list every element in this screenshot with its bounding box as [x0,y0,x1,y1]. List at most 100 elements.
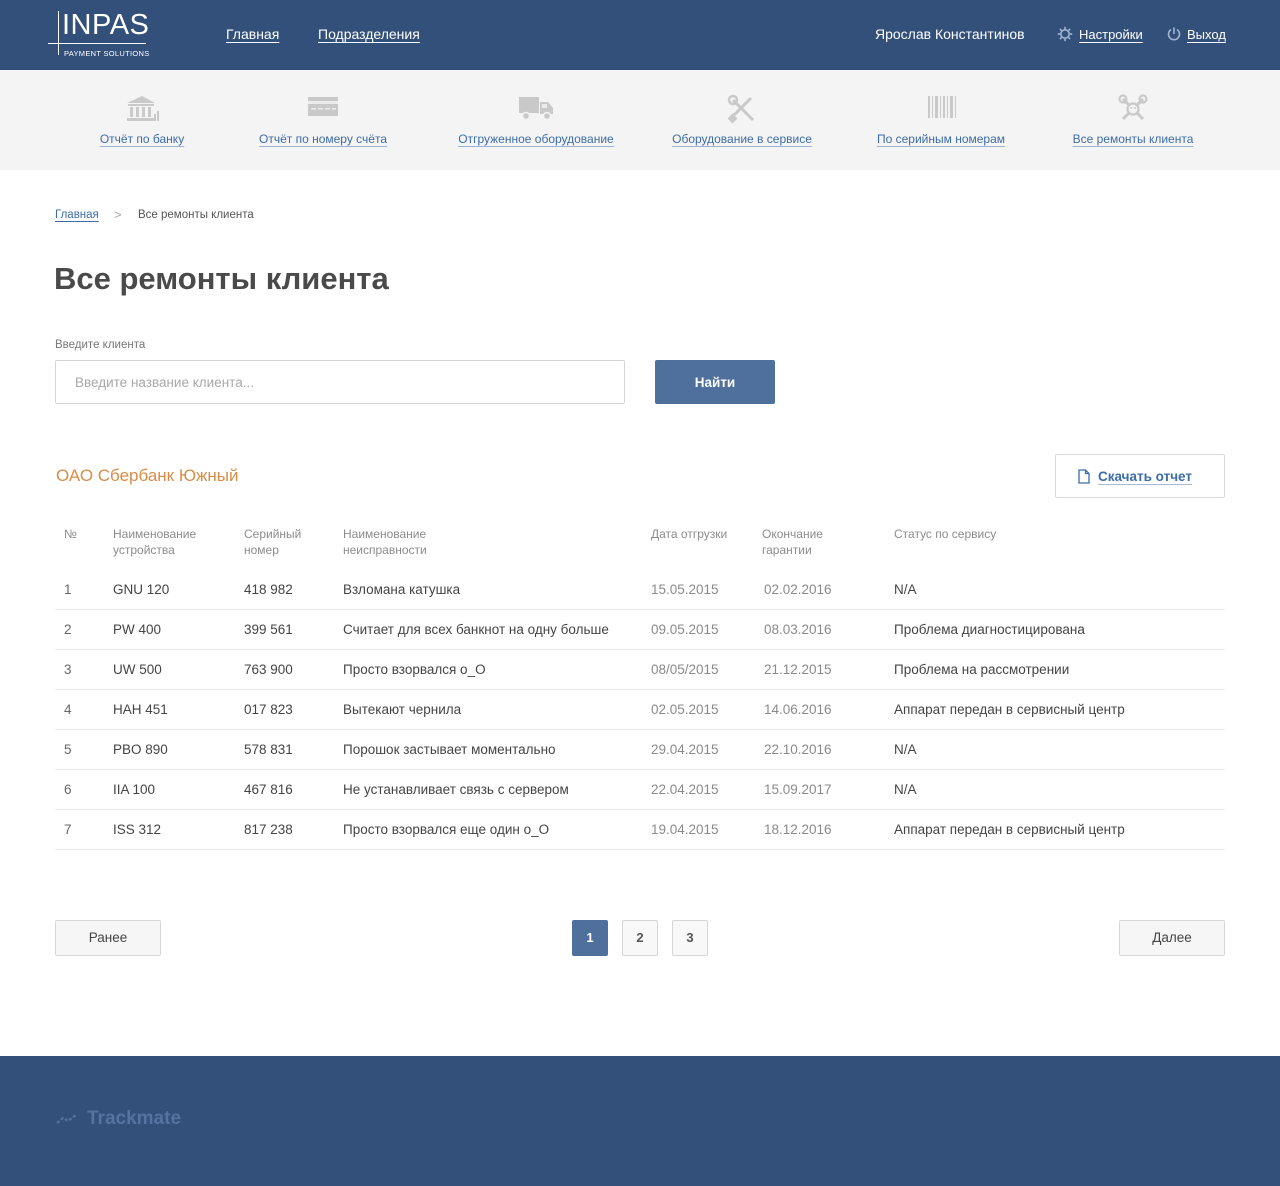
table-cell: 017 823 [244,702,293,717]
card-icon [308,97,338,116]
table-cell: N/A [894,742,917,757]
download-report-button[interactable]: Скачать отчет [1055,454,1225,498]
table-cell: 1 [64,582,72,597]
client-search-input[interactable] [55,360,625,404]
page-title: Все ремонты клиента [54,261,389,296]
table-cell: Проблема на рассмотрении [894,662,1070,677]
table-cell: PW 400 [113,622,162,637]
footer: Trackmate [0,1056,1280,1186]
nav-equipment-in-service-label: Оборудование в сервисе [672,132,812,146]
nav-account-report[interactable]: Отчёт по номеру счёта [256,70,390,170]
power-icon[interactable] [1166,26,1182,42]
nav-serial-numbers[interactable]: По серийным номерам [875,70,1007,170]
table-cell: 817 238 [244,822,293,837]
column-header: № [64,526,77,542]
table-cell: 5 [64,742,72,757]
report-navigation: Отчёт по банку Отчёт по номеру счёта Отг… [0,70,1280,170]
table-cell: 2 [64,622,72,637]
column-header: Серийный номер [244,526,301,558]
logout-link[interactable]: Выход [1187,27,1226,42]
column-header-line: гарантии [762,543,812,557]
nav-bank-report-label: Отчёт по банку [99,132,185,146]
column-header: Наименование устройства [113,526,196,558]
logo-vertical-line [58,11,59,55]
nav-account-report-label: Отчёт по номеру счёта [258,132,387,146]
table-cell: ISS 312 [113,822,162,837]
table-cell: 418 982 [244,582,293,597]
table-cell: N/A [894,782,917,797]
table-cell: 4 [64,702,72,717]
barcode-icon [928,96,956,118]
table-row[interactable]: 5 PBO 890 578 831 Порошок застывает момента… [55,730,1225,770]
table-cell: 02.02.2016 [764,582,832,597]
table-cell: Аппарат передан в сервисный центр [894,822,1125,837]
table-cell: HAH 451 [113,702,168,717]
nav-serial-numbers-label: По серийным номерам [876,132,1006,146]
column-header-line: Дата отгрузки [651,527,728,541]
table-cell: 399 561 [244,622,293,637]
table-cell: 21.12.2015 [764,662,832,677]
truck-icon [519,97,553,121]
prev-page-button[interactable]: Ранее [55,920,161,956]
logo-text: INPAS [62,9,150,41]
column-header-line: номер [244,543,279,557]
table-cell: 29.04.2015 [651,742,719,757]
table-cell: 02.05.2015 [651,702,719,717]
bank-icon [127,96,159,121]
nav-departments[interactable]: Подразделения [318,26,420,42]
nav-home[interactable]: Главная [226,26,279,42]
logo-horizontal-line [48,43,146,44]
table-row[interactable]: 2 PW 400 399 561 Считает для всех банкнот н… [55,610,1225,650]
table-row[interactable]: 7 ISS 312 817 238 Просто взорвался еще один… [55,810,1225,850]
table-cell: Проблема диагностицирована [894,622,1085,637]
footer-brand: Trackmate [87,1108,182,1129]
trackmate-logo-icon [56,1114,77,1124]
table-cell: 763 900 [244,662,293,677]
column-header-line: неисправности [343,543,427,557]
table-cell: 19.04.2015 [651,822,719,837]
nav-bank-report[interactable]: Отчёт по банку [92,70,192,170]
nav-equipment-in-service[interactable]: Оборудование в сервисе [670,70,814,170]
page-2-button[interactable]: 2 [622,920,658,956]
gear-icon[interactable] [1057,26,1073,42]
document-icon [1078,469,1090,484]
next-page-button[interactable]: Далее [1119,920,1225,956]
table-cell: 7 [64,822,72,837]
breadcrumb-current: Все ремонты клиента [138,209,254,221]
table-cell: Вытекают чернила [343,702,462,717]
inpas-logo[interactable]: INPAS PAYMENT SOLUTIONS [48,9,158,61]
column-header-line: Наименование [343,527,427,541]
client-name: ОАО Сбербанк Южный [56,466,239,485]
table-cell: UW 500 [113,662,162,677]
user-name: Ярослав Константинов [875,26,1025,42]
column-header: Дата отгрузки [651,526,727,542]
table-cell: GNU 120 [113,582,170,597]
table-row[interactable]: 1 GNU 120 418 982 Взломана катушка 15.05.201… [55,570,1225,610]
settings-link[interactable]: Настройки [1079,27,1143,42]
table-cell: 467 816 [244,782,293,797]
table-cell: 22.10.2016 [764,742,832,757]
table-cell: Не устанавливает связь с сервером [343,782,569,797]
breadcrumb-home[interactable]: Главная [55,209,99,221]
find-button[interactable]: Найти [655,360,775,404]
download-report-label: Скачать отчет [1098,469,1192,484]
table-cell: 18.12.2016 [764,822,832,837]
table-cell: Взломана катушка [343,582,461,597]
table-cell: N/A [894,582,917,597]
page-3-button[interactable]: 3 [672,920,708,956]
page-1-button[interactable]: 1 [572,920,608,956]
table-cell: Просто взорвался еще один о_О [343,822,550,837]
table-cell: Порошок застывает моментально [343,742,556,757]
table-cell: 3 [64,662,72,677]
table-row[interactable]: 4 HAH 451 017 823 Вытекают чернила 02.05.201… [55,690,1225,730]
column-header-line: Серийный [244,527,302,541]
table-row[interactable]: 6 IIA 100 467 816 Не устанавливает связь с … [55,770,1225,810]
table-cell: 15.05.2015 [651,582,719,597]
column-header-line: Окончание [762,527,823,541]
column-header-line: устройства [113,543,175,557]
column-header-line: № [64,527,77,541]
table-cell: 08/05/2015 [651,662,719,677]
table-row[interactable]: 3 UW 500 763 900 Просто взорвался о_О 08/05/… [55,650,1225,690]
nav-all-client-repairs[interactable]: Все ремонты клиента [1070,70,1196,170]
nav-shipped-equipment[interactable]: Отгруженное оборудование [456,70,616,170]
